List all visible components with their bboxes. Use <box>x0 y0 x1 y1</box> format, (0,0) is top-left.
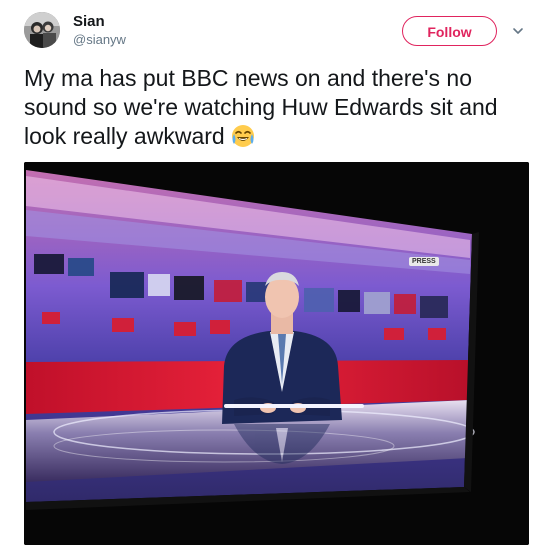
avatar[interactable] <box>24 12 60 48</box>
tv-news-photo <box>24 162 529 545</box>
face-with-tears-of-joy-icon <box>231 124 255 148</box>
avatar-photo <box>24 12 60 48</box>
studio-sign: PRESS <box>409 257 439 266</box>
tweet-photo[interactable]: PRESS <box>24 162 529 545</box>
tweet-body: My ma has put BBC news on and there's no… <box>24 65 498 149</box>
follow-button[interactable]: Follow <box>402 16 497 46</box>
username-handle[interactable]: @sianyw <box>73 32 126 47</box>
tweet-text: My ma has put BBC news on and there's no… <box>24 64 524 151</box>
tweet-card: Sian @sianyw Follow My ma has put BBC ne… <box>0 0 544 545</box>
display-name[interactable]: Sian <box>73 13 105 30</box>
chevron-down-icon[interactable] <box>509 22 527 40</box>
